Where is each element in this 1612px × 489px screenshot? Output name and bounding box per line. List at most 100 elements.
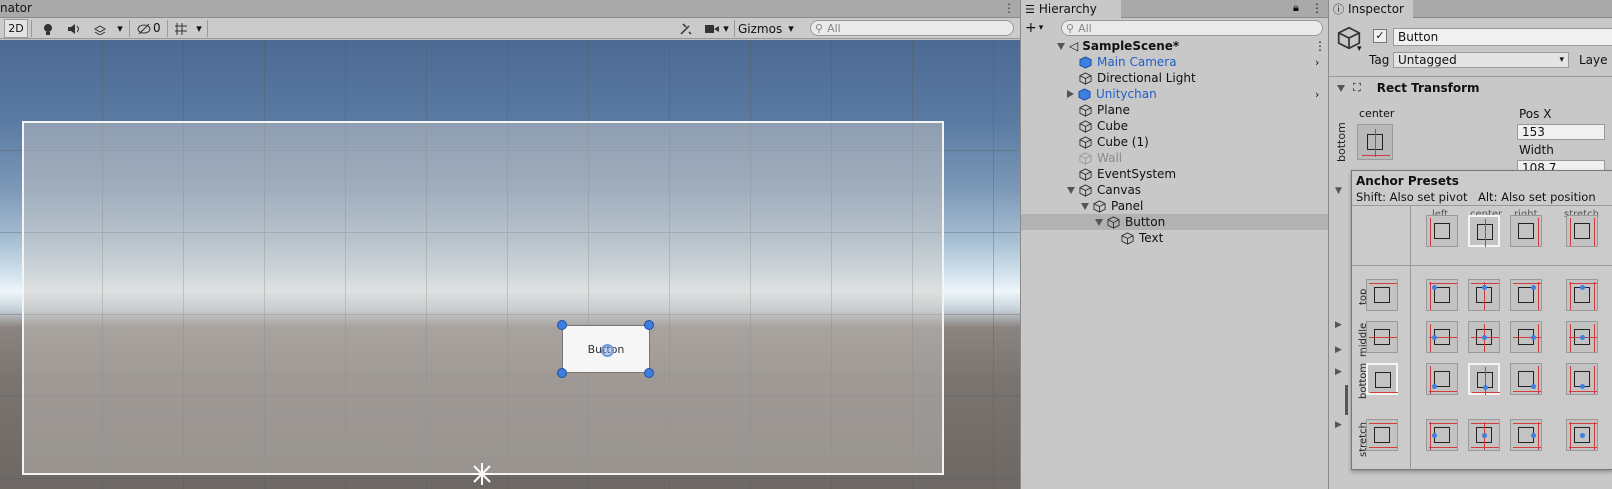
scene-button-widget[interactable]: Button	[562, 325, 650, 373]
tools-icon[interactable]	[676, 19, 696, 38]
anchor-icon[interactable]	[470, 462, 494, 486]
anchor-preset-stretch-stretch[interactable]	[1566, 419, 1598, 451]
gizmos-dropdown[interactable]: Gizmos ▾	[736, 19, 802, 38]
collapsed-arrow-icon[interactable]: ▶	[1335, 420, 1342, 430]
anchor-preset-none-right[interactable]	[1510, 215, 1542, 247]
anchor-preset-none-center[interactable]	[1468, 215, 1500, 247]
hierarchy-item-eventsystem[interactable]: EventSystem	[1021, 166, 1329, 182]
anchor-preset-stretch-none[interactable]	[1366, 419, 1398, 451]
anchor-preset-top-right[interactable]	[1510, 279, 1542, 311]
resize-handle-top-left[interactable]	[557, 320, 567, 330]
pivot-icon[interactable]	[601, 344, 614, 357]
effects-toggle-icon[interactable]	[88, 19, 112, 38]
collapsed-arrow-icon[interactable]: ▶	[1335, 345, 1342, 355]
collapsed-arrow-icon[interactable]: ▶	[1335, 320, 1342, 330]
hierarchy-item-canvas[interactable]: Canvas	[1021, 182, 1329, 198]
more-menu-icon[interactable]: ⋮	[1311, 1, 1323, 15]
fold-arrow-icon[interactable]	[1081, 202, 1089, 210]
2d-toggle-button[interactable]: 2D	[4, 19, 28, 38]
chevron-right-icon[interactable]: ›	[1315, 88, 1319, 101]
active-checkbox[interactable]: ✓	[1373, 29, 1387, 43]
scene-search-input[interactable]: ⚲ All	[810, 20, 1014, 36]
scene-tab-label[interactable]: nator	[0, 1, 32, 15]
hierarchy-search-input[interactable]: ⚲ All	[1061, 20, 1323, 36]
object-name-field[interactable]: Button	[1393, 28, 1612, 46]
create-button[interactable]: + ▾	[1025, 20, 1051, 36]
effects-dropdown-icon[interactable]: ▾	[113, 19, 127, 38]
prefab-cube-icon	[1078, 87, 1091, 101]
anchor-preset-button[interactable]	[1357, 124, 1393, 160]
grid-dropdown-icon[interactable]: ▾	[192, 19, 206, 38]
item-label: EventSystem	[1097, 167, 1177, 181]
hierarchy-item-panel[interactable]: Panel	[1021, 198, 1329, 214]
anchor-preset-bottom-center[interactable]	[1468, 363, 1500, 395]
fold-arrow-icon[interactable]	[1067, 186, 1075, 194]
anchor-preset-bottom-left[interactable]	[1426, 363, 1458, 395]
anchor-preset-none-left[interactable]	[1426, 215, 1458, 247]
anchor-preset-middle-right[interactable]	[1510, 321, 1542, 353]
fold-arrow-icon[interactable]	[1057, 42, 1065, 50]
rect-transform-title: Rect Transform	[1376, 81, 1480, 95]
scene-tab-bar: nator ⋮	[0, 0, 1020, 18]
hierarchy-item-unitychan[interactable]: Unitychan ›	[1021, 86, 1329, 102]
divider	[1410, 205, 1411, 471]
hierarchy-item-directional-light[interactable]: Directional Light	[1021, 70, 1329, 86]
scene-root-row[interactable]: ◁ SampleScene* ⋮	[1021, 38, 1329, 54]
gameobject-cube-icon	[1079, 103, 1092, 117]
tag-dropdown[interactable]: Untagged ▾	[1393, 52, 1569, 68]
scene-viewport[interactable]: Button	[0, 40, 1020, 489]
collapsed-arrow-icon[interactable]: ▶	[1335, 367, 1342, 377]
anchor-preset-middle-none[interactable]	[1366, 321, 1398, 353]
hierarchy-item-cube[interactable]: Cube	[1021, 118, 1329, 134]
hierarchy-item-text[interactable]: Text	[1021, 230, 1329, 246]
more-menu-icon[interactable]: ⋮	[1003, 1, 1015, 15]
camera-dropdown-icon[interactable]: ▾	[720, 19, 732, 38]
hierarchy-tab[interactable]: ☰ Hierarchy	[1021, 0, 1121, 18]
scene-toolbar: 2D ▾ 0 ▾ ▾ Gizmos ▾ ⚲ All	[0, 18, 1020, 39]
anchor-preset-top-left[interactable]	[1426, 279, 1458, 311]
anchor-preset-top-stretch[interactable]	[1566, 279, 1598, 311]
pos-x-field[interactable]: 153	[1517, 124, 1605, 140]
camera-icon[interactable]	[702, 19, 722, 38]
audio-toggle-icon[interactable]	[62, 19, 86, 38]
fold-arrow-icon[interactable]	[1337, 84, 1345, 92]
search-placeholder-text: All	[827, 21, 841, 35]
chevron-right-icon[interactable]: ›	[1315, 56, 1319, 69]
resize-handle-top-right[interactable]	[644, 320, 654, 330]
anchor-preset-middle-left[interactable]	[1426, 321, 1458, 353]
chevron-down-icon[interactable]: ▾	[1357, 44, 1362, 54]
hidden-objects-icon[interactable]	[134, 19, 154, 38]
fold-arrow-icon[interactable]	[1067, 90, 1074, 98]
scroll-indicator	[1345, 385, 1348, 415]
hierarchy-item-main-camera[interactable]: Main Camera ›	[1021, 54, 1329, 70]
lock-icon[interactable]: 🔒︎	[1293, 1, 1299, 15]
anchor-preset-bottom-none[interactable]	[1366, 363, 1398, 395]
anchor-preset-stretch-center[interactable]	[1468, 419, 1500, 451]
lighting-toggle-icon[interactable]	[36, 19, 60, 38]
search-icon: ⚲	[1066, 21, 1075, 35]
collapsed-arrow-icon[interactable]: ▼	[1335, 186, 1342, 196]
anchor-preset-top-none[interactable]	[1366, 279, 1398, 311]
canvas-outline[interactable]	[22, 121, 944, 475]
anchor-preset-stretch-right[interactable]	[1510, 419, 1542, 451]
resize-handle-bottom-right[interactable]	[644, 368, 654, 378]
grid-toggle-icon[interactable]	[170, 19, 192, 38]
presets-title: Anchor Presets	[1356, 174, 1459, 188]
more-menu-icon[interactable]: ⋮	[1314, 39, 1326, 53]
anchor-preset-middle-center[interactable]	[1468, 321, 1500, 353]
anchor-preset-bottom-stretch[interactable]	[1566, 363, 1598, 395]
hierarchy-item-wall[interactable]: Wall	[1021, 150, 1329, 166]
resize-handle-bottom-left[interactable]	[557, 368, 567, 378]
hierarchy-item-cube-1[interactable]: Cube (1)	[1021, 134, 1329, 150]
hierarchy-item-plane[interactable]: Plane	[1021, 102, 1329, 118]
inspector-tab[interactable]: ⓘ Inspector	[1329, 0, 1413, 18]
anchor-preset-top-center[interactable]	[1468, 279, 1500, 311]
hierarchy-item-button-selected[interactable]: Button	[1021, 214, 1329, 230]
anchor-preset-middle-stretch[interactable]	[1566, 321, 1598, 353]
rect-transform-header[interactable]: ⛶ Rect Transform	[1329, 78, 1612, 98]
fold-arrow-icon[interactable]	[1095, 218, 1103, 226]
anchor-preset-none-stretch[interactable]	[1566, 215, 1598, 247]
anchor-preset-stretch-left[interactable]	[1426, 419, 1458, 451]
item-label: Wall	[1097, 151, 1123, 165]
anchor-preset-bottom-right[interactable]	[1510, 363, 1542, 395]
